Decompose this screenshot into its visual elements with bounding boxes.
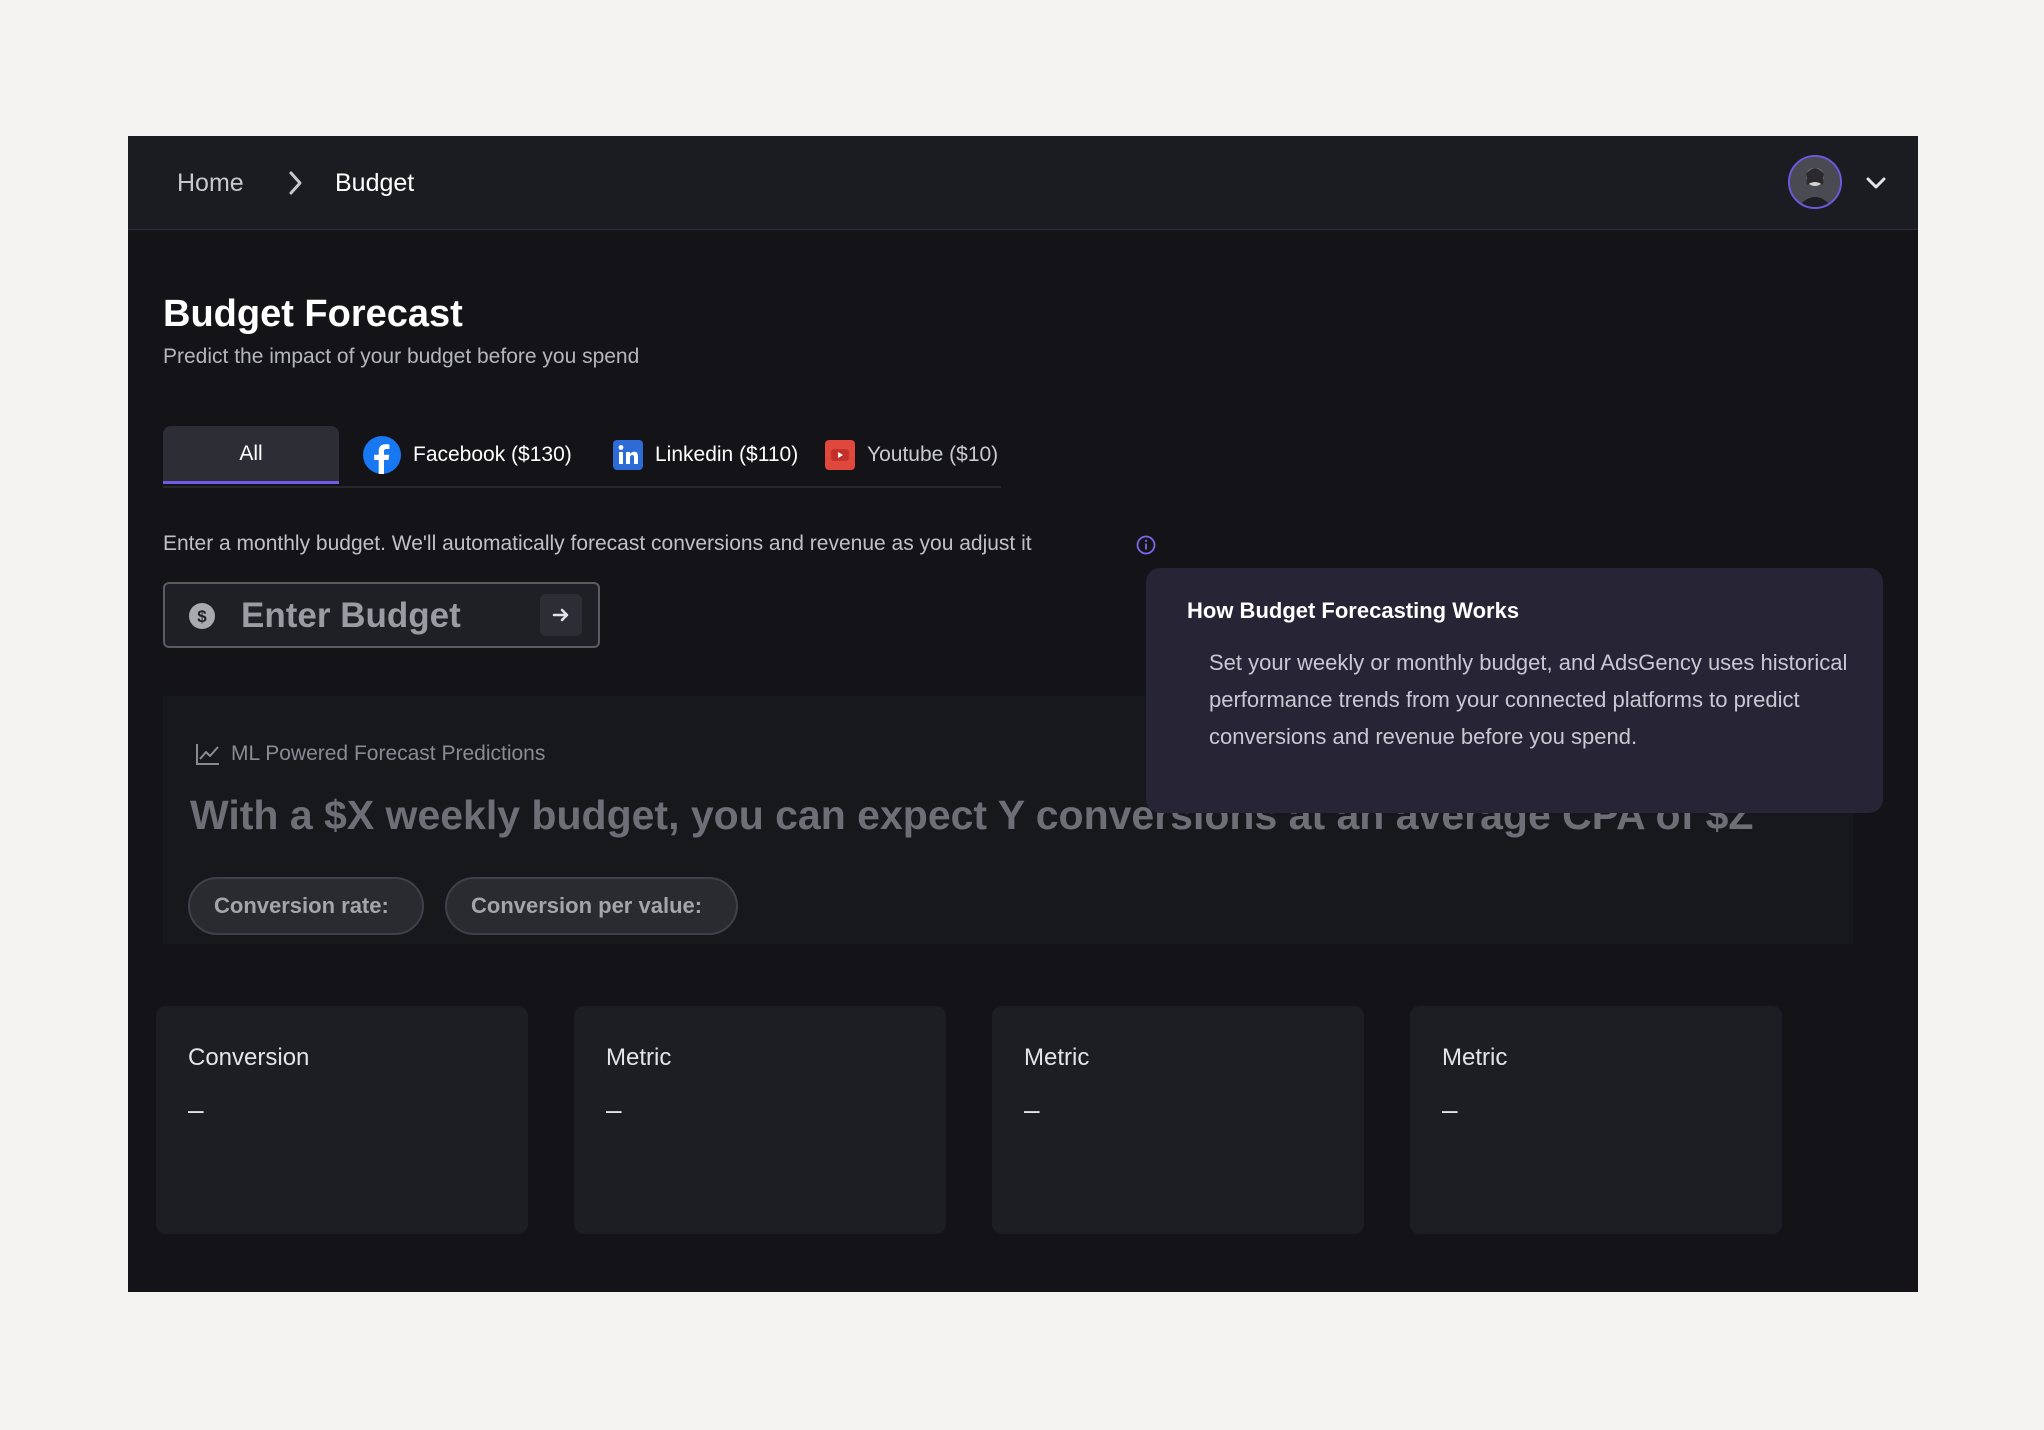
budget-hint: Enter a monthly budget. We'll automatica… <box>163 532 1032 555</box>
dollar-icon: $ <box>189 603 215 629</box>
avatar-image <box>1790 157 1840 207</box>
metric-value: – <box>1024 1094 1040 1125</box>
tab-facebook[interactable]: Facebook ($130) <box>363 426 572 484</box>
tab-label: All <box>239 441 263 465</box>
user-avatar[interactable] <box>1788 155 1842 209</box>
metric-label: Metric <box>1442 1044 1508 1071</box>
metric-card: Metric – <box>574 1006 946 1234</box>
page-subtitle: Predict the impact of your budget before… <box>163 345 640 368</box>
conversion-value-pill: Conversion per value: <box>445 877 738 935</box>
metric-value: – <box>188 1094 204 1125</box>
chart-line-icon <box>196 744 219 765</box>
svg-text:$: $ <box>197 607 207 626</box>
metric-value: – <box>606 1094 622 1125</box>
tab-label: Youtube ($10) <box>867 443 999 466</box>
breadcrumb-current: Budget <box>335 169 415 197</box>
budget-input-group: $ <box>163 582 600 648</box>
conversion-rate-pill: Conversion rate: <box>188 877 424 935</box>
forecast-label: ML Powered Forecast Predictions <box>195 742 545 766</box>
youtube-icon <box>825 440 855 470</box>
tab-youtube[interactable]: Youtube ($10) <box>825 426 998 484</box>
metric-label: Conversion <box>188 1044 310 1071</box>
metric-card: Conversion – <box>156 1006 528 1234</box>
metric-card: Metric – <box>1410 1006 1782 1234</box>
tooltip-body: Set your weekly or monthly budget, and A… <box>1209 650 1848 749</box>
arrow-right-icon <box>552 608 569 622</box>
page-title: Budget Forecast <box>163 293 463 335</box>
tab-label: Linkedin ($110) <box>655 443 799 466</box>
info-icon[interactable] <box>1135 534 1157 556</box>
tab-linkedin[interactable]: Linkedin ($110) <box>613 426 798 484</box>
submit-budget-button[interactable] <box>540 594 582 636</box>
metric-label: Metric <box>606 1044 672 1071</box>
tab-all[interactable]: All <box>163 426 339 484</box>
metric-value: – <box>1442 1094 1458 1125</box>
linkedin-icon <box>613 440 643 470</box>
budget-input[interactable] <box>241 594 511 638</box>
facebook-icon <box>363 436 401 474</box>
forecast-label-text: ML Powered Forecast Predictions <box>231 742 546 765</box>
top-bar: Home Budget <box>128 136 1918 230</box>
chevron-right-icon <box>289 171 302 195</box>
tab-label: Facebook ($130) <box>413 443 572 466</box>
app-window: Home Budget Budget Forecast Predict the … <box>128 136 1918 1292</box>
tooltip-title: How Budget Forecasting Works <box>1187 598 1520 623</box>
forecast-tooltip: How Budget Forecasting Works Set your we… <box>1146 568 1883 813</box>
metric-card: Metric – <box>992 1006 1364 1234</box>
breadcrumb-home[interactable]: Home <box>177 136 244 230</box>
tabs-divider <box>163 486 1001 488</box>
metric-label: Metric <box>1024 1044 1090 1071</box>
chevron-down-icon[interactable] <box>1862 169 1890 197</box>
